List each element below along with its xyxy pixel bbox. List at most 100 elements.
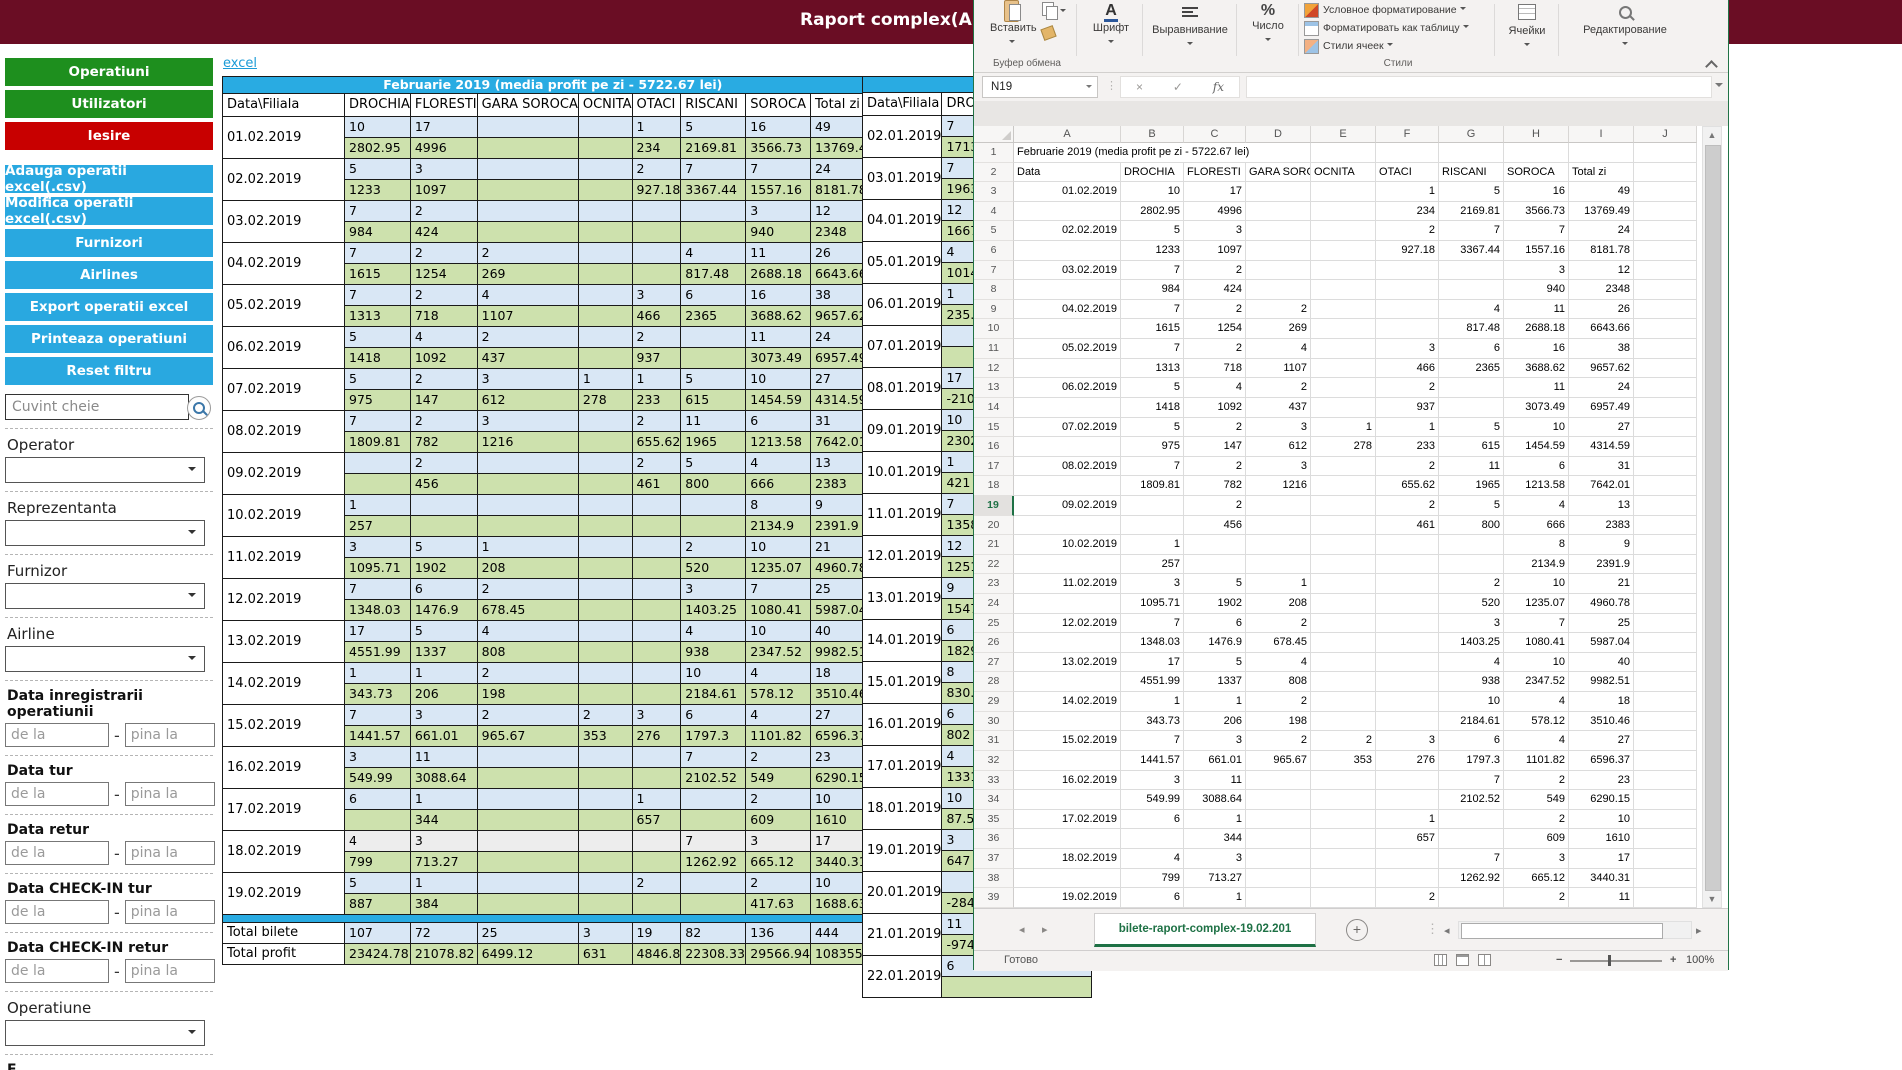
- sheet-cell[interactable]: [1014, 319, 1121, 339]
- sheet-cell[interactable]: [1311, 280, 1376, 300]
- sheet-cell[interactable]: [1634, 378, 1697, 398]
- date-to-input[interactable]: [125, 900, 215, 924]
- row-header-38[interactable]: 38: [974, 869, 1014, 889]
- zoom-slider-thumb[interactable]: [1608, 955, 1611, 966]
- format-as-table-button[interactable]: Форматировать как таблицу: [1304, 19, 1492, 37]
- sheet-cell[interactable]: 7642.01: [1569, 476, 1634, 496]
- paste-button[interactable]: Вставить: [990, 0, 1034, 52]
- sheet-cell[interactable]: 6: [1439, 339, 1504, 359]
- sheet-cell[interactable]: [1311, 221, 1376, 241]
- sheet-cell[interactable]: [1569, 143, 1634, 163]
- row-header-25[interactable]: 25: [974, 614, 1014, 634]
- sheet-cell[interactable]: [1376, 280, 1439, 300]
- sheet-nav-left-icon[interactable]: ◂: [1019, 923, 1025, 936]
- sheet-cell[interactable]: 5: [1439, 182, 1504, 202]
- sheet-cell[interactable]: 1: [1184, 692, 1246, 712]
- sheet-cell[interactable]: 1254: [1184, 319, 1246, 339]
- sheet-cell[interactable]: 18.02.2019: [1014, 849, 1121, 869]
- sheet-cell[interactable]: [1246, 790, 1311, 810]
- sheet-cell[interactable]: [1311, 829, 1376, 849]
- sheet-cell[interactable]: [1014, 672, 1121, 692]
- sheet-cell[interactable]: 1337: [1184, 672, 1246, 692]
- sheet-cell[interactable]: 09.02.2019: [1014, 496, 1121, 516]
- sheet-cell[interactable]: 04.02.2019: [1014, 300, 1121, 320]
- sheet-cell[interactable]: [1246, 202, 1311, 222]
- sheet-cell[interactable]: [1376, 300, 1439, 320]
- sheet-cell[interactable]: [1246, 771, 1311, 791]
- sheet-cell[interactable]: 1213.58: [1504, 476, 1569, 496]
- sheet-cell[interactable]: [1311, 476, 1376, 496]
- sheet-cell[interactable]: [1634, 849, 1697, 869]
- sheet-cell[interactable]: 06.02.2019: [1014, 378, 1121, 398]
- row-header-32[interactable]: 32: [974, 751, 1014, 771]
- sheet-cell[interactable]: [1634, 437, 1697, 457]
- sheet-cell[interactable]: [1634, 202, 1697, 222]
- sheet-cell[interactable]: 27: [1569, 731, 1634, 751]
- sheet-cell[interactable]: 5: [1184, 574, 1246, 594]
- sheet-cell[interactable]: [1439, 280, 1504, 300]
- sheet-cell[interactable]: [1311, 202, 1376, 222]
- row-header-29[interactable]: 29: [974, 692, 1014, 712]
- sheet-cell[interactable]: 11: [1569, 888, 1634, 908]
- sheet-cell[interactable]: 6643.66: [1569, 319, 1634, 339]
- sidebar-item-utilizatori[interactable]: Utilizatori: [5, 90, 213, 118]
- sheet-cell[interactable]: 5: [1184, 653, 1246, 673]
- sheet-cell[interactable]: 6: [1184, 614, 1246, 634]
- date-from-input[interactable]: [5, 959, 109, 983]
- sheet-cell[interactable]: [1376, 319, 1439, 339]
- new-sheet-button[interactable]: +: [1346, 919, 1368, 941]
- search-button[interactable]: [187, 396, 211, 420]
- sheet-cell[interactable]: [1634, 574, 1697, 594]
- sheet-cell[interactable]: [1311, 594, 1376, 614]
- sheet-cell[interactable]: [1311, 888, 1376, 908]
- sheet-cell[interactable]: 7: [1121, 731, 1184, 751]
- sheet-cell[interactable]: 269: [1246, 319, 1311, 339]
- select-all-corner[interactable]: [974, 126, 1014, 143]
- sheet-cell[interactable]: 17: [1569, 849, 1634, 869]
- row-header-28[interactable]: 28: [974, 672, 1014, 692]
- sheet-cell[interactable]: 2134.9: [1504, 555, 1569, 575]
- row-header-39[interactable]: 39: [974, 888, 1014, 908]
- sheet-cell[interactable]: 609: [1504, 829, 1569, 849]
- sheet-cell[interactable]: 1418: [1121, 398, 1184, 418]
- sheet-cell[interactable]: 24: [1569, 221, 1634, 241]
- date-to-input[interactable]: [125, 841, 215, 865]
- sheet-cell[interactable]: 937: [1376, 398, 1439, 418]
- sidebar-item-iesire[interactable]: Iesire: [5, 122, 213, 150]
- sheet-cell[interactable]: 3: [1246, 457, 1311, 477]
- sheet-cell[interactable]: [1311, 378, 1376, 398]
- sheet-cell[interactable]: 4: [1184, 378, 1246, 398]
- sheet-cell[interactable]: 7: [1504, 614, 1569, 634]
- sheet-cell[interactable]: 1101.82: [1504, 751, 1569, 771]
- sheet-cell[interactable]: 3: [1184, 221, 1246, 241]
- sheet-cell[interactable]: 11.02.2019: [1014, 574, 1121, 594]
- date-from-input[interactable]: [5, 723, 109, 747]
- row-header-27[interactable]: 27: [974, 653, 1014, 673]
- sheet-cell[interactable]: [1246, 241, 1311, 261]
- row-header-2[interactable]: 2: [974, 163, 1014, 183]
- sheet-cell[interactable]: 257: [1121, 555, 1184, 575]
- sheet-cell[interactable]: 7: [1121, 261, 1184, 281]
- sheet-cell[interactable]: [1246, 221, 1311, 241]
- sheet-cell[interactable]: 424: [1184, 280, 1246, 300]
- sheet-cell[interactable]: 437: [1246, 398, 1311, 418]
- sheet-cell[interactable]: 4996: [1184, 202, 1246, 222]
- sheet-cell[interactable]: [1014, 751, 1121, 771]
- row-header-22[interactable]: 22: [974, 555, 1014, 575]
- sheet-cell[interactable]: [1311, 496, 1376, 516]
- sheet-cell[interactable]: 3688.62: [1504, 359, 1569, 379]
- sheet-cell[interactable]: [1504, 143, 1569, 163]
- sheet-cell[interactable]: [1246, 182, 1311, 202]
- sheet-cell[interactable]: 01.02.2019: [1014, 182, 1121, 202]
- sheet-cell[interactable]: [1634, 535, 1697, 555]
- row-header-6[interactable]: 6: [974, 241, 1014, 261]
- sheet-cell[interactable]: [1634, 790, 1697, 810]
- sheet-cell[interactable]: 1216: [1246, 476, 1311, 496]
- sheet-cell[interactable]: 38: [1569, 339, 1634, 359]
- sheet-cell[interactable]: 05.02.2019: [1014, 339, 1121, 359]
- sheet-cell[interactable]: [1439, 535, 1504, 555]
- sheet-cell[interactable]: 6: [1439, 731, 1504, 751]
- sheet-cell[interactable]: [1311, 869, 1376, 889]
- sheet-cell[interactable]: 233: [1376, 437, 1439, 457]
- sheet-cell[interactable]: 5: [1439, 418, 1504, 438]
